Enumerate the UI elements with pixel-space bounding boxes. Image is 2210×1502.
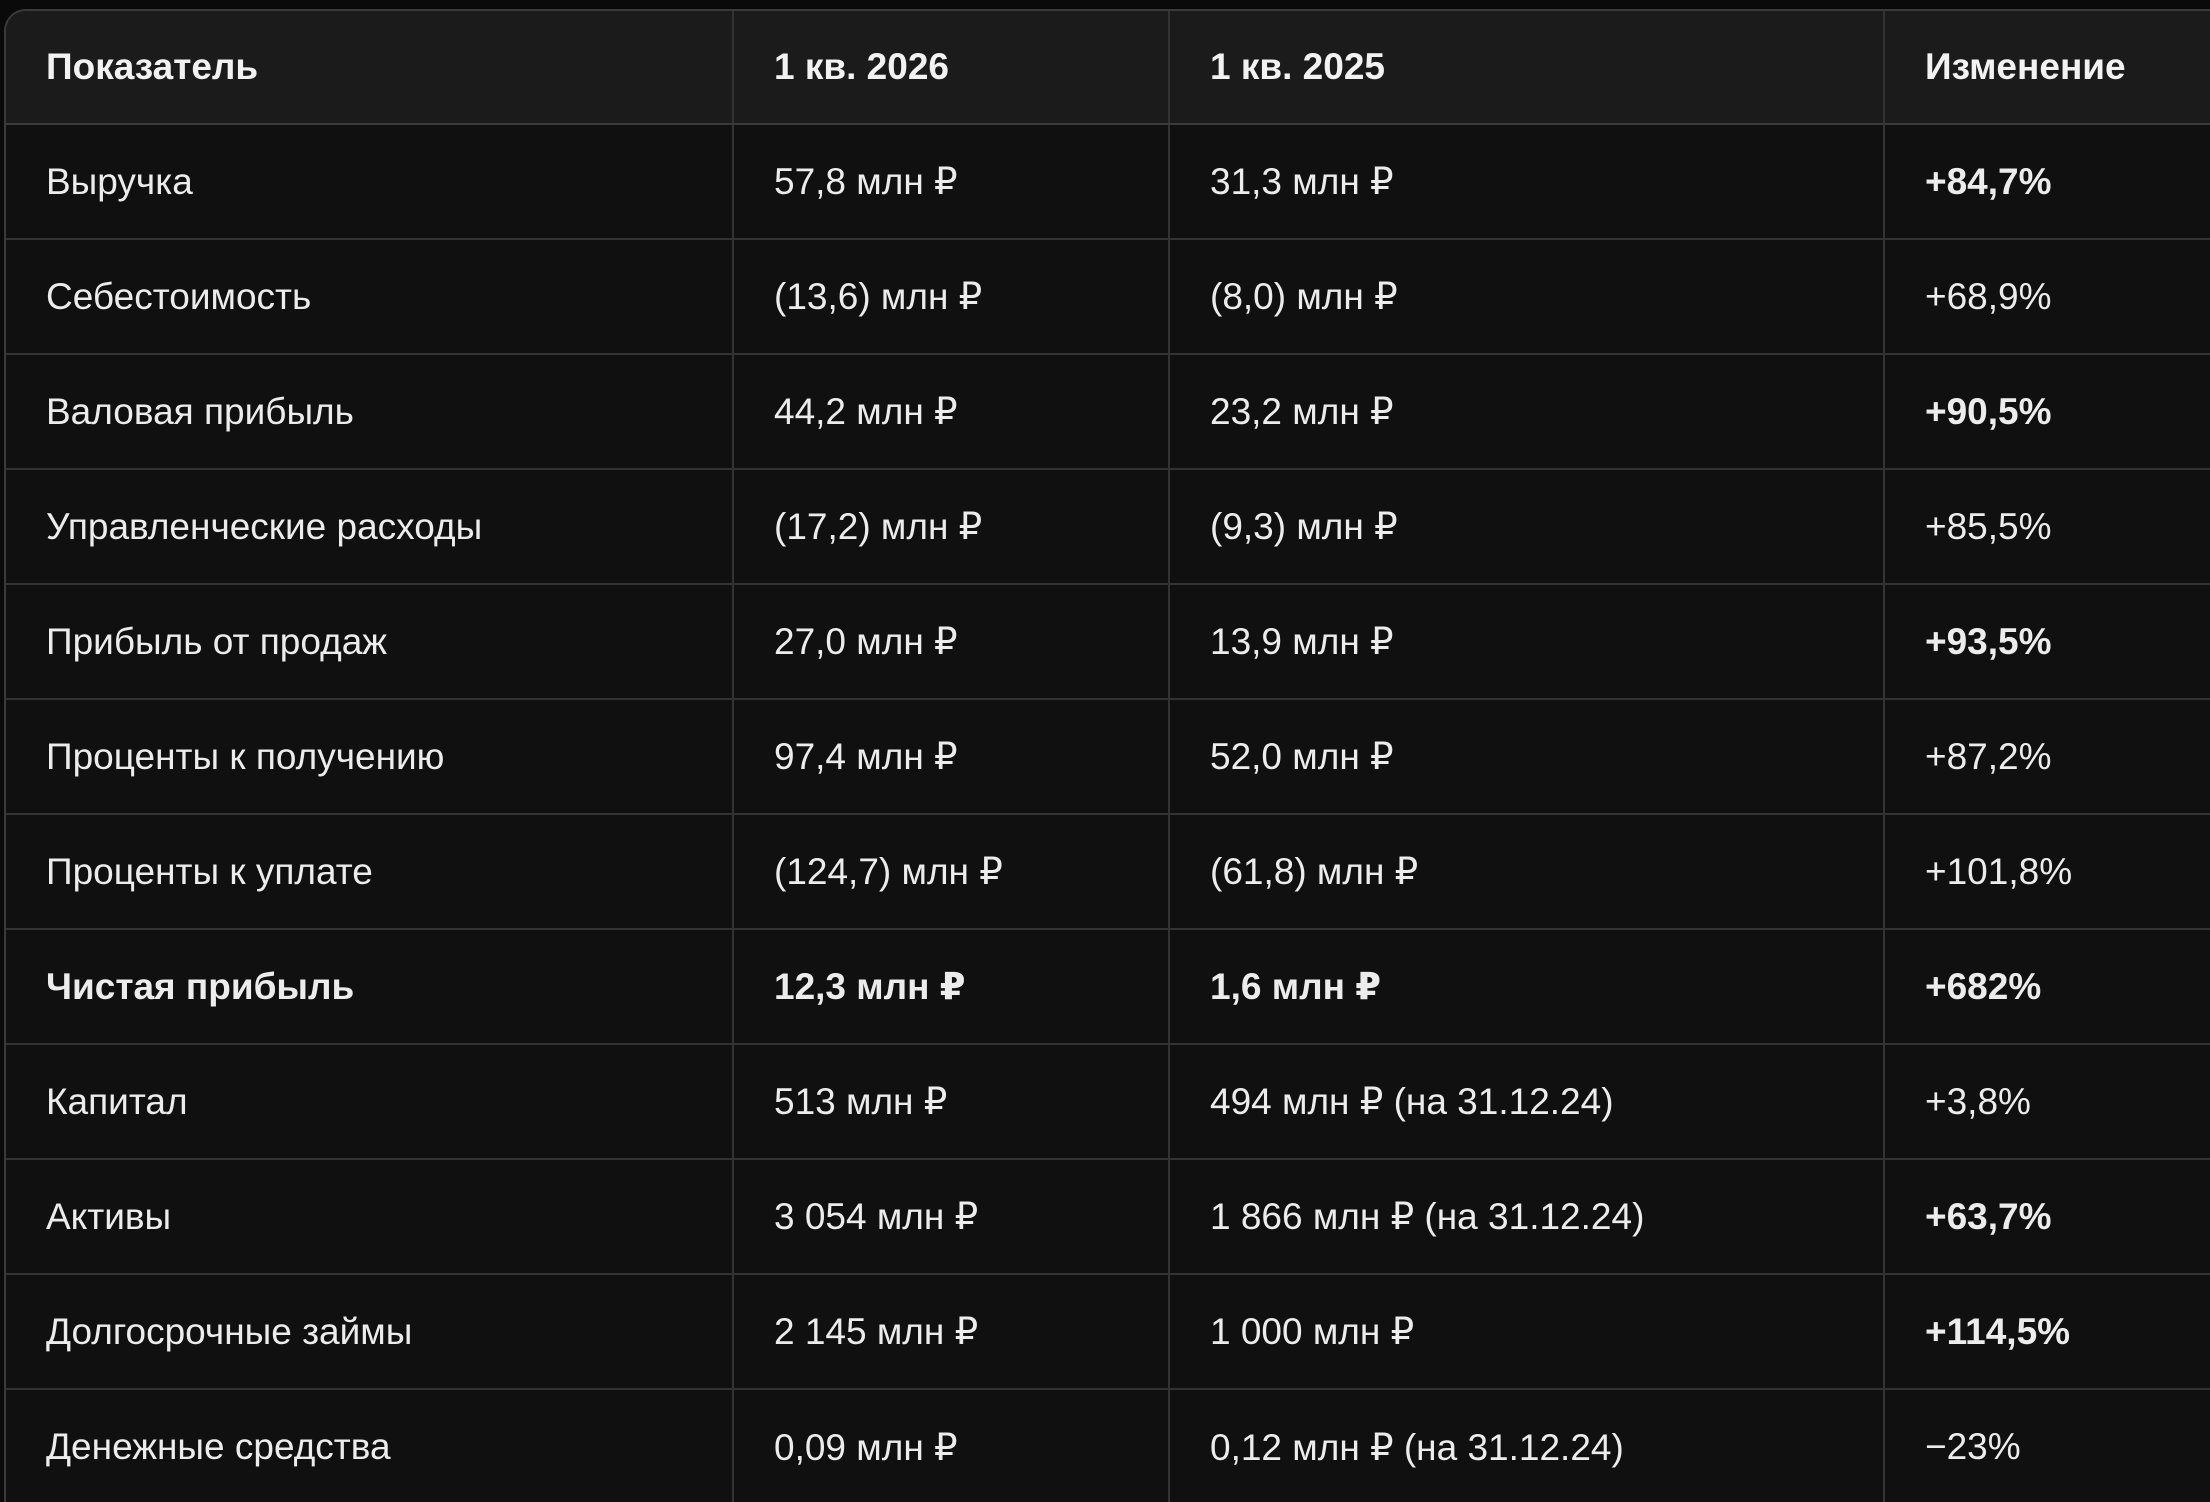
table-header-row: Показатель 1 кв. 2026 1 кв. 2025 Изменен…	[6, 11, 2210, 125]
row-label: Активы	[6, 1158, 733, 1274]
financial-table-container: Показатель 1 кв. 2026 1 кв. 2025 Изменен…	[4, 9, 2210, 1502]
table-row: Капитал 513 млн ₽ 494 млн ₽ (на 31.12.24…	[6, 1043, 2210, 1159]
value-q1-2026: 2 145 млн ₽	[732, 1273, 1169, 1389]
value-change: +87,2%	[1883, 698, 2210, 814]
row-label: Чистая прибыль	[6, 928, 733, 1044]
value-q1-2026: 97,4 млн ₽	[732, 698, 1169, 814]
table-row: Активы 3 054 млн ₽ 1 866 млн ₽ (на 31.12…	[6, 1158, 2210, 1274]
value-change: +114,5%	[1883, 1273, 2210, 1389]
value-change: +84,7%	[1883, 124, 2210, 239]
table-row: Долгосрочные займы 2 145 млн ₽ 1 000 млн…	[6, 1273, 2210, 1389]
value-change: +93,5%	[1883, 583, 2210, 699]
value-q1-2026: 57,8 млн ₽	[732, 124, 1169, 239]
value-change: +3,8%	[1883, 1043, 2210, 1159]
value-q1-2025: 0,12 млн ₽ (на 31.12.24)	[1168, 1388, 1884, 1502]
value-change: −23%	[1883, 1388, 2210, 1502]
table-row: Прибыль от продаж 27,0 млн ₽ 13,9 млн ₽ …	[6, 583, 2210, 699]
value-change: +90,5%	[1883, 353, 2210, 469]
row-label: Проценты к получению	[6, 698, 733, 814]
header-indicator: Показатель	[6, 11, 733, 125]
row-label: Капитал	[6, 1043, 733, 1159]
row-label: Денежные средства	[6, 1388, 733, 1502]
value-q1-2025: 1 866 млн ₽ (на 31.12.24)	[1168, 1158, 1884, 1274]
value-change: +68,9%	[1883, 238, 2210, 354]
table-row: Управленческие расходы (17,2) млн ₽ (9,3…	[6, 468, 2210, 584]
row-label: Управленческие расходы	[6, 468, 733, 584]
value-q1-2026: 3 054 млн ₽	[732, 1158, 1169, 1274]
value-q1-2025: 23,2 млн ₽	[1168, 353, 1884, 469]
value-q1-2025: 52,0 млн ₽	[1168, 698, 1884, 814]
value-q1-2025: 1 000 млн ₽	[1168, 1273, 1884, 1389]
value-q1-2025: 1,6 млн ₽	[1168, 928, 1884, 1044]
value-q1-2026: (124,7) млн ₽	[732, 813, 1169, 929]
header-change: Изменение	[1883, 11, 2210, 125]
value-change: +101,8%	[1883, 813, 2210, 929]
table-row: Проценты к получению 97,4 млн ₽ 52,0 млн…	[6, 698, 2210, 814]
value-q1-2026: (17,2) млн ₽	[732, 468, 1169, 584]
value-q1-2025: (8,0) млн ₽	[1168, 238, 1884, 354]
row-label: Валовая прибыль	[6, 353, 733, 469]
value-q1-2025: 31,3 млн ₽	[1168, 124, 1884, 239]
header-q1-2025: 1 кв. 2025	[1168, 11, 1884, 125]
header-q1-2026: 1 кв. 2026	[732, 11, 1169, 125]
row-label: Проценты к уплате	[6, 813, 733, 929]
value-q1-2026: 0,09 млн ₽	[732, 1388, 1169, 1502]
table-row: Себестоимость (13,6) млн ₽ (8,0) млн ₽ +…	[6, 238, 2210, 354]
table-row: Валовая прибыль 44,2 млн ₽ 23,2 млн ₽ +9…	[6, 353, 2210, 469]
value-q1-2026: 513 млн ₽	[732, 1043, 1169, 1159]
value-q1-2025: (61,8) млн ₽	[1168, 813, 1884, 929]
value-q1-2025: 494 млн ₽ (на 31.12.24)	[1168, 1043, 1884, 1159]
value-q1-2026: 44,2 млн ₽	[732, 353, 1169, 469]
table-row: Проценты к уплате (124,7) млн ₽ (61,8) м…	[6, 813, 2210, 929]
table-row-net-profit: Чистая прибыль 12,3 млн ₽ 1,6 млн ₽ +682…	[6, 928, 2210, 1044]
financial-table: Показатель 1 кв. 2026 1 кв. 2025 Изменен…	[6, 11, 2210, 1502]
row-label: Себестоимость	[6, 238, 733, 354]
value-q1-2026: 27,0 млн ₽	[732, 583, 1169, 699]
value-q1-2025: (9,3) млн ₽	[1168, 468, 1884, 584]
value-q1-2026: 12,3 млн ₽	[732, 928, 1169, 1044]
value-change: +85,5%	[1883, 468, 2210, 584]
table-row: Денежные средства 0,09 млн ₽ 0,12 млн ₽ …	[6, 1388, 2210, 1502]
row-label: Долгосрочные займы	[6, 1273, 733, 1389]
row-label: Прибыль от продаж	[6, 583, 733, 699]
value-change: +682%	[1883, 928, 2210, 1044]
row-label: Выручка	[46, 160, 193, 202]
value-change: +63,7%	[1883, 1158, 2210, 1274]
table-row: Выручка 57,8 млн ₽ 31,3 млн ₽ +84,7%	[6, 124, 2210, 239]
value-q1-2025: 13,9 млн ₽	[1168, 583, 1884, 699]
value-q1-2026: (13,6) млн ₽	[732, 238, 1169, 354]
